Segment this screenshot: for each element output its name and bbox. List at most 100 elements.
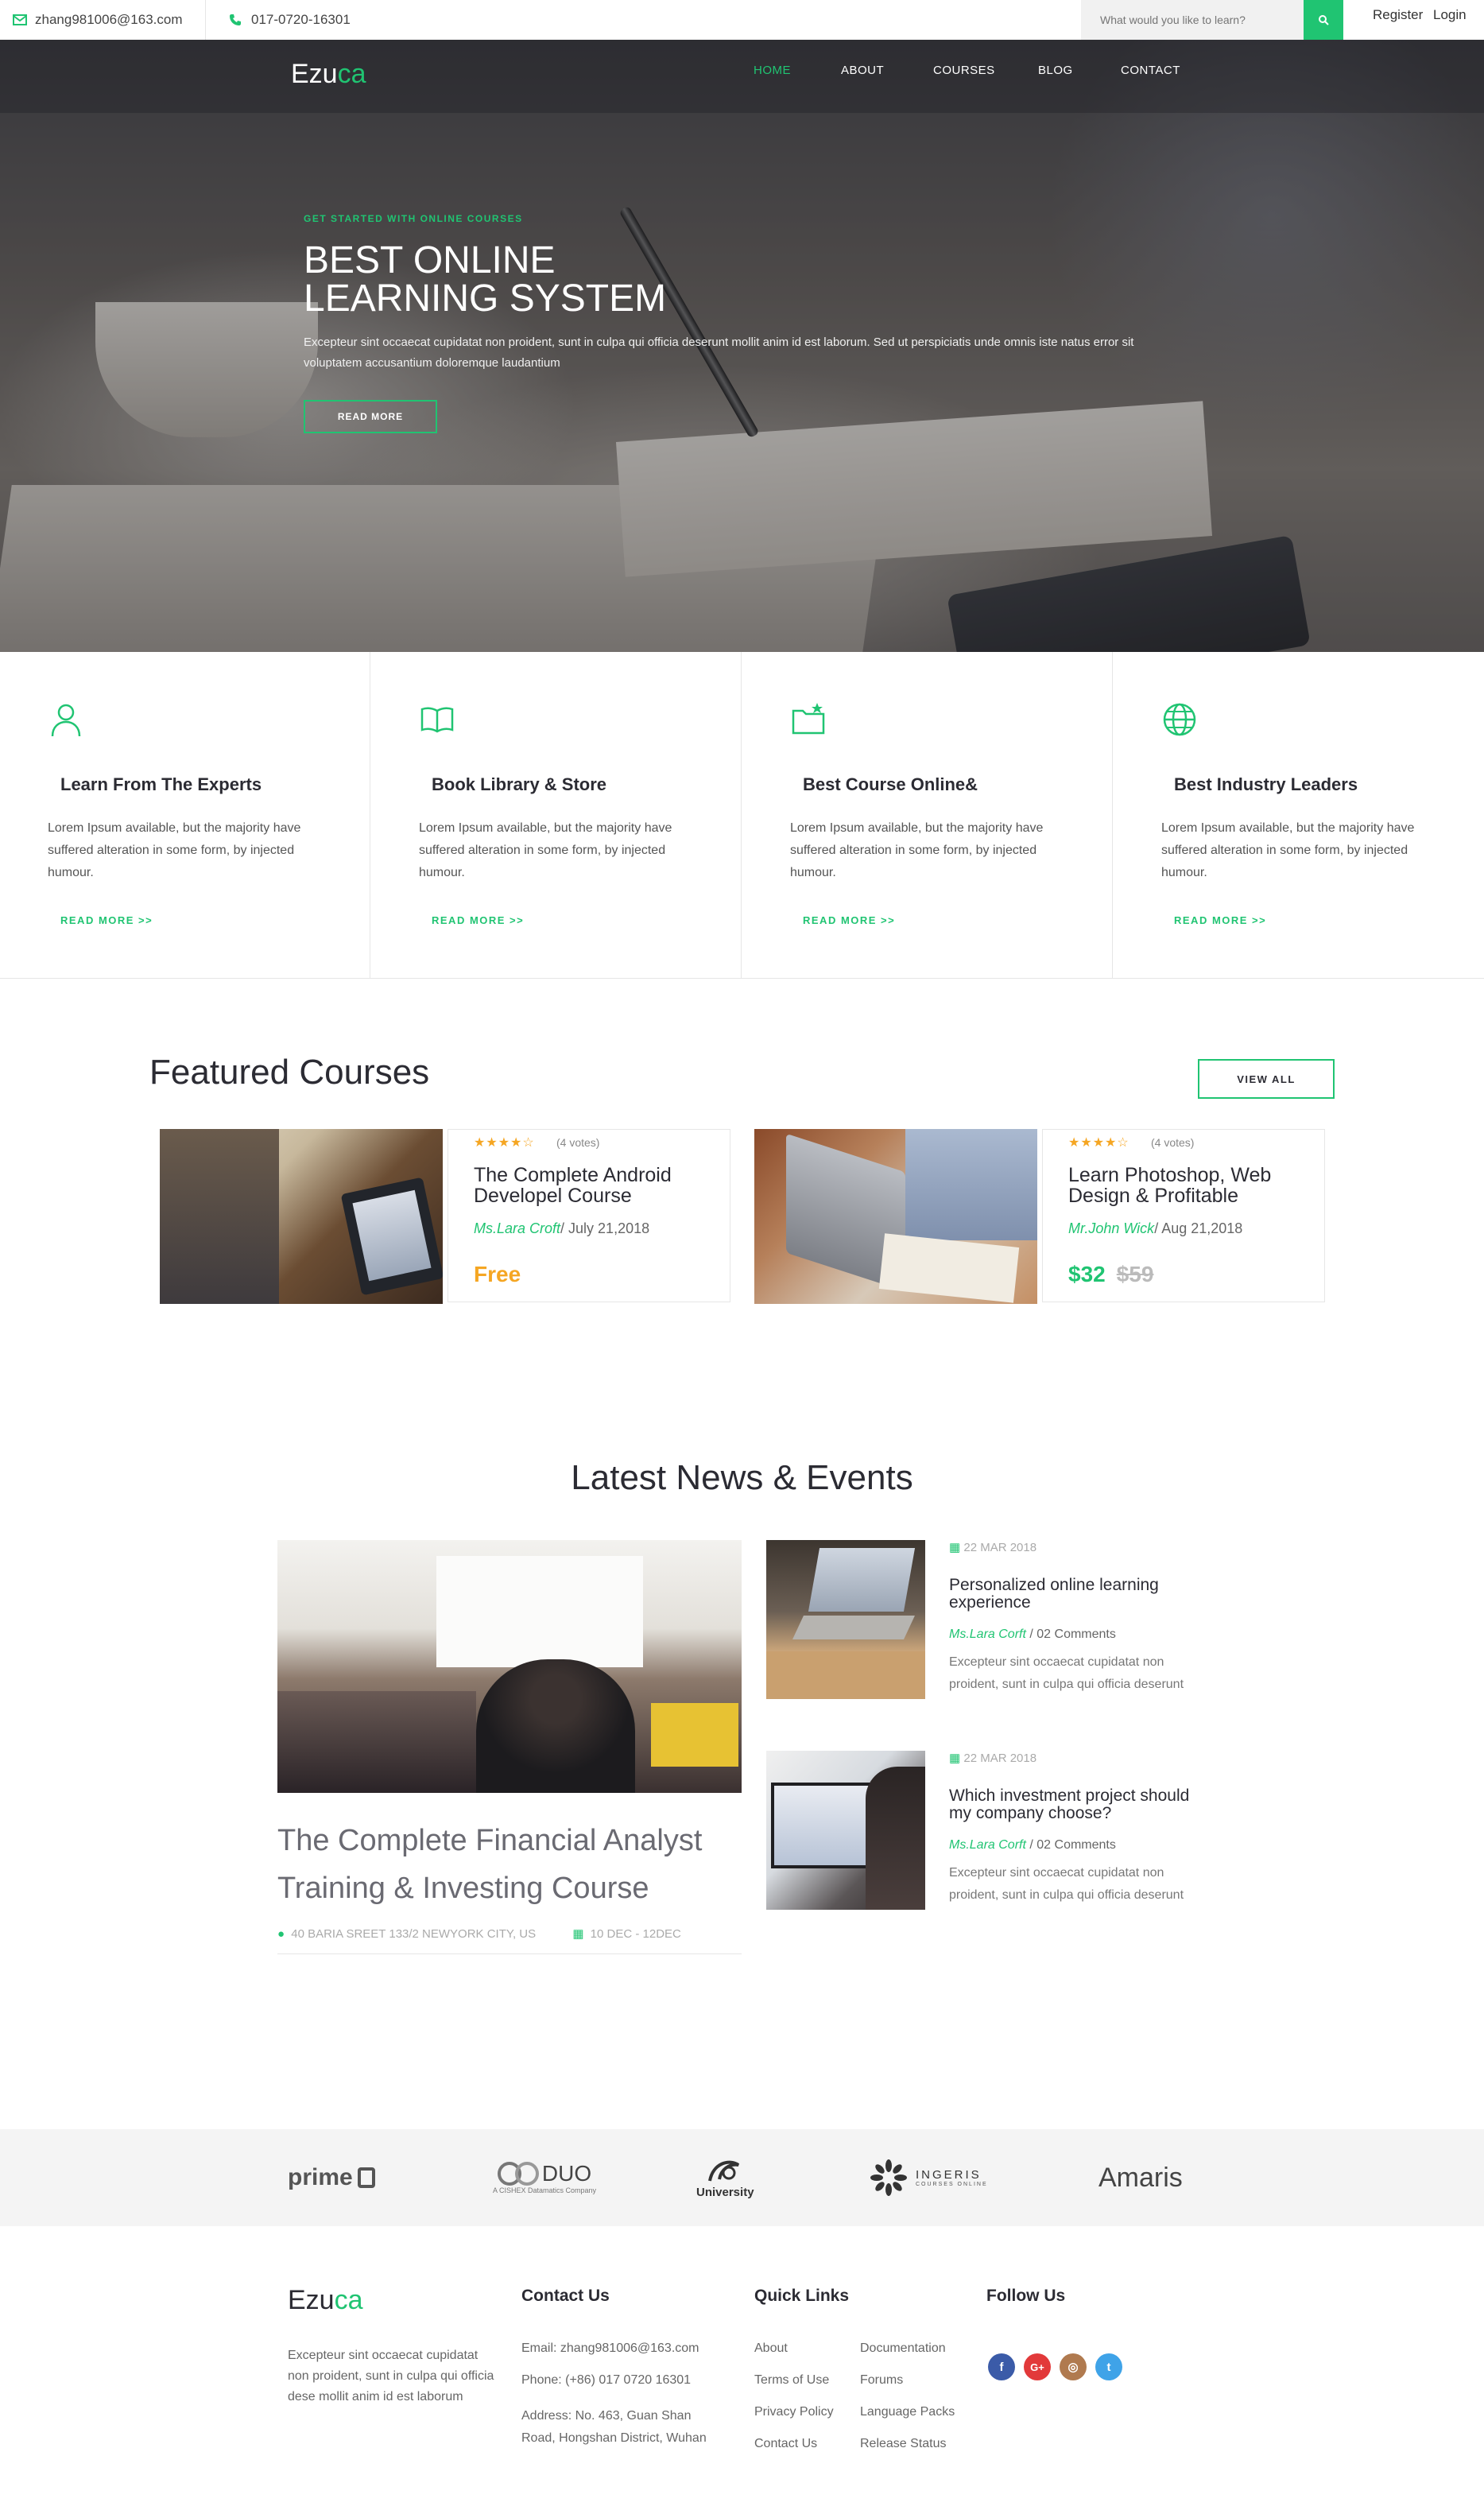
course-info: ★★★★☆ (4 votes) Learn Photoshop, Web Des… [1042,1129,1325,1302]
feature-card: Learn From The Experts Lorem Ipsum avail… [0,652,370,978]
feature-read-more-link[interactable]: READ MORE >> [803,914,895,926]
news-image-crowd [277,1691,476,1793]
footer-phone[interactable]: Phone: (+86) 017 0720 16301 [521,2373,691,2388]
footer-link-about[interactable]: About [754,2341,788,2356]
footer-link-terms[interactable]: Terms of Use [754,2373,829,2388]
feature-read-more-link[interactable]: READ MORE >> [1174,914,1266,926]
partner-prime-logo[interactable]: prime [288,2129,375,2226]
nav-blog[interactable]: BLOG [1038,64,1073,77]
partner-amaris-logo[interactable]: Amaris [1098,2129,1183,2226]
register-link[interactable]: Register [1373,0,1423,30]
search-input[interactable] [1081,0,1296,40]
login-link[interactable]: Login [1433,0,1467,30]
course-author[interactable]: Ms.Lara Croft [474,1220,560,1236]
news-item-comments: / 02 Comments [1029,1838,1116,1852]
nav-courses[interactable]: COURSES [933,64,995,77]
partner-university-logo[interactable]: University [696,2129,754,2226]
feature-text: Lorem Ipsum available, but the majority … [790,821,1044,879]
nav-home[interactable]: HOME [754,64,791,77]
feature-title: Best Course Online& [803,774,978,794]
partner-ingeris-logo[interactable]: INGERIS COURSES ONLINE [870,2129,988,2226]
instagram-icon[interactable]: ◎ [1060,2353,1087,2380]
course-image[interactable] [754,1129,1037,1304]
footer-link-contact[interactable]: Contact Us [754,2437,817,2451]
course-info: ★★★★☆ (4 votes) The Complete Android Dev… [448,1129,730,1302]
feature-read-more-link[interactable]: READ MORE >> [60,914,153,926]
news-item-author[interactable]: Ms.Lara Corft [949,1628,1026,1641]
google-plus-icon[interactable]: G+ [1024,2353,1051,2380]
phone-icon [230,14,241,25]
news-item-text: Excepteur sint occaecat cupidatat non pr… [949,1655,1184,1691]
feature-text: Lorem Ipsum available, but the majority … [1161,821,1415,879]
partner-ingeris-text: INGERIS [916,2168,982,2182]
top-bar: zhang981006@163.com 017-0720-16301 Regis… [0,0,1484,41]
news-featured-title[interactable]: The Complete Financial Analyst Training … [277,1817,723,1912]
top-email[interactable]: zhang981006@163.com [13,0,183,40]
footer-logo[interactable]: Ezuca [288,2285,363,2316]
feature-title: Best Industry Leaders [1174,774,1358,794]
nav-contact[interactable]: CONTACT [1121,64,1180,77]
hero-tagline: GET STARTED WITH ONLINE COURSES [304,213,523,224]
footer-link-release-status[interactable]: Release Status [860,2437,947,2451]
facebook-icon[interactable]: f [988,2353,1015,2380]
course-author[interactable]: Mr.John Wick [1068,1220,1154,1236]
hero-read-more-button[interactable]: READ MORE [304,400,437,433]
course-card[interactable]: ★★★★☆ (4 votes) The Complete Android Dev… [160,1129,740,1304]
footer-link-language-packs[interactable]: Language Packs [860,2405,955,2419]
partner-duo-logo[interactable]: DUO A CISHEX Datamatics Company [493,2129,596,2226]
feature-read-more-link[interactable]: READ MORE >> [432,914,524,926]
view-all-button[interactable]: VIEW ALL [1198,1059,1335,1099]
logo[interactable]: Ezuca [291,59,366,90]
course-image[interactable] [160,1129,443,1304]
partner-duo-sub: A CISHEX Datamatics Company [493,2186,597,2194]
partners-strip: prime DUO A CISHEX Datamatics Company Un… [0,2129,1484,2226]
twitter-icon[interactable]: t [1095,2353,1122,2380]
globe-icon [1163,703,1196,736]
top-phone[interactable]: 017-0720-16301 [229,0,351,40]
logo-text-b: ca [337,59,366,89]
course-date: / July 21,2018 [560,1220,650,1236]
nav-about[interactable]: ABOUT [841,64,884,77]
hero-description: Excepteur sint occaecat cupidatat non pr… [304,332,1162,374]
footer-link-documentation[interactable]: Documentation [860,2341,946,2356]
news-image-laptop [808,1548,916,1612]
course-title[interactable]: The Complete Android Developel Course [474,1165,712,1206]
footer-link-forums[interactable]: Forums [860,2373,903,2388]
logo-text-a: Ezu [291,59,338,89]
news-date-range: 10 DEC - 12DEC [590,1927,681,1941]
partner-prime-text: prime [288,2164,353,2190]
footer-email[interactable]: Email: zhang981006@163.com [521,2341,699,2356]
hero-title-line1: BEST ONLINE [304,239,556,281]
news-item-comments: / 02 Comments [1029,1628,1116,1641]
news-item-image[interactable] [766,1540,925,1699]
news-item-meta: Ms.Lara Corft / 02 Comments [949,1838,1116,1853]
partner-ingeris-words: INGERIS COURSES ONLINE [916,2168,988,2187]
old-price: $59 [1116,1262,1154,1286]
calendar-icon: ▦ [572,1927,584,1941]
news-image-person [476,1659,635,1793]
footer-link-privacy[interactable]: Privacy Policy [754,2405,834,2419]
news-item-text: Excepteur sint occaecat cupidatat non pr… [949,1866,1184,1902]
features-section: Learn From The Experts Lorem Ipsum avail… [0,652,1484,979]
partner-duo-text: DUO [541,2161,592,2186]
course-date: / Aug 21,2018 [1154,1220,1243,1236]
price-value: Free [474,1262,521,1286]
divider [205,0,206,40]
price-value: $32 [1068,1262,1106,1286]
news-image-desk [766,1651,925,1699]
course-card[interactable]: ★★★★☆ (4 votes) Learn Photoshop, Web Des… [754,1129,1335,1304]
news-item-title[interactable]: Which investment project should my compa… [949,1787,1211,1822]
search-box [1081,0,1304,40]
top-phone-text: 017-0720-16301 [251,12,351,27]
news-image-screen [436,1556,643,1667]
news-item-title[interactable]: Personalized online learning experience [949,1577,1211,1612]
course-image-person [160,1129,279,1304]
prime-mark-icon [357,2167,375,2188]
news-location: 40 BARIA SREET 133/2 NEWYORK CITY, US [291,1927,537,1941]
news-image-monitor [771,1783,881,1868]
news-featured-image[interactable] [277,1540,742,1793]
search-button[interactable] [1304,0,1343,40]
course-title[interactable]: Learn Photoshop, Web Design & Profitable [1068,1165,1307,1206]
news-item-author[interactable]: Ms.Lara Corft [949,1838,1026,1852]
news-item-image[interactable] [766,1751,925,1910]
